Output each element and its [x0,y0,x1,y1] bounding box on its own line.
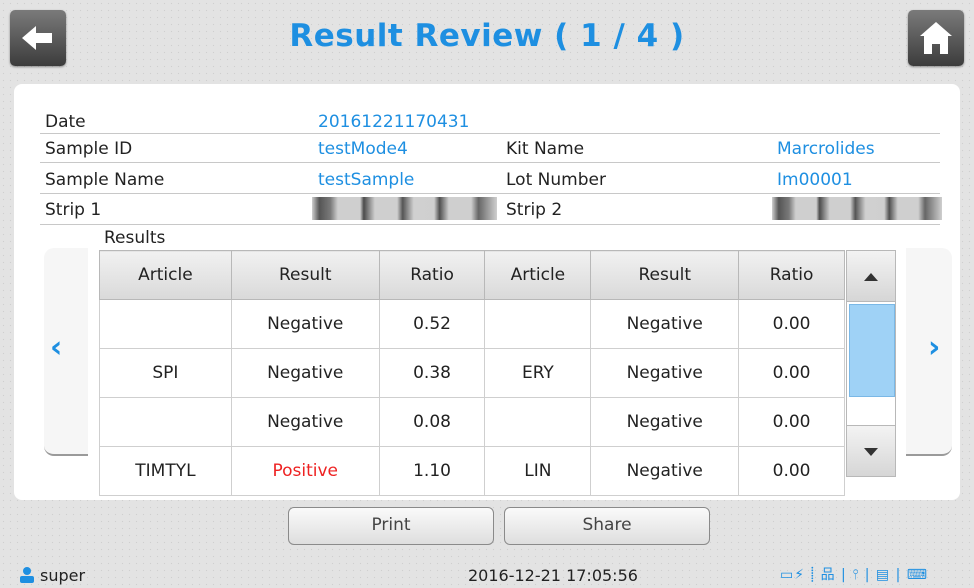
network-icon: ⸽ 品 [810,567,836,583]
cell-article: ERY [484,348,592,398]
strip2-image [772,197,942,220]
cell-article: SPI [99,348,232,398]
date-label: Date [45,112,86,132]
cell-ratio: 0.00 [738,446,845,496]
scroll-thumb[interactable] [849,304,895,397]
chevron-left-icon: ‹ [50,330,63,365]
table-row: Negative 0.52 Negative 0.00 [99,299,845,349]
strip1-label: Strip 1 [45,200,102,220]
status-icons: ▭⚡ ⸽ 品 | ⫯ | ▤ | ⌨ [780,564,928,584]
divider [40,224,940,225]
results-heading: Results [104,228,166,248]
cell-result: Negative [230,397,380,447]
page-title: Result Review ( 1 / 4 ) [289,18,685,54]
kit-name-label: Kit Name [506,139,585,159]
cell-ratio: 0.00 [738,348,845,398]
lot-number-label: Lot Number [506,170,606,190]
keyboard-icon: | ⌨ [895,567,928,583]
divider [40,193,940,194]
current-user: super [40,566,86,585]
col-ratio-1: Ratio [378,250,486,300]
printer-icon: | ▤ [864,567,891,583]
user-icon [20,567,34,583]
scroll-down-button[interactable] [847,425,895,476]
cell-ratio: 0.00 [738,397,845,447]
battery-icon: ▭⚡ [780,567,806,583]
cell-result: Negative [590,397,740,447]
header-bar: Result Review ( 1 / 4 ) [0,0,974,80]
col-article-2: Article [484,250,592,300]
divider [40,162,940,163]
col-article-1: Article [99,250,232,300]
col-ratio-2: Ratio [738,250,845,300]
col-result-1: Result [230,250,380,300]
col-result-2: Result [590,250,740,300]
sample-id-label: Sample ID [45,139,133,159]
next-page-button[interactable]: › [906,248,952,456]
cell-ratio: 0.08 [378,397,486,447]
table-header-row: Article Result Ratio Article Result Rati… [99,250,845,300]
cell-result: Negative [590,299,740,349]
sample-name-label: Sample Name [45,170,165,190]
divider [40,133,940,134]
cell-article: LIN [484,446,592,496]
cell-result-positive: Positive [230,446,380,496]
table-row: TIMTYL Positive 1.10 LIN Negative 0.00 [99,446,845,496]
cell-article [484,299,592,349]
results-table: Article Result Ratio Article Result Rati… [99,250,845,496]
table-row: Negative 0.08 Negative 0.00 [99,397,845,447]
lot-number-value: Im00001 [777,170,853,190]
cell-article [99,397,232,447]
cell-result: Negative [590,446,740,496]
table-row: SPI Negative 0.38 ERY Negative 0.00 [99,348,845,398]
print-button[interactable]: Print [288,507,494,545]
status-bar: super 2016-12-21 17:05:56 ▭⚡ ⸽ 品 | ⫯ | ▤… [0,560,974,588]
kit-name-value: Marcrolides [777,139,875,159]
strip2-label: Strip 2 [506,200,563,220]
arrow-up-icon [864,273,878,281]
sample-name-value: testSample [318,170,415,190]
sample-id-value: testMode4 [318,139,408,159]
cell-ratio: 0.38 [378,348,486,398]
arrow-down-icon [864,448,878,456]
date-value: 20161221170431 [318,112,470,132]
status-datetime: 2016-12-21 17:05:56 [468,566,638,585]
chevron-right-icon: › [928,330,941,365]
cell-ratio: 0.52 [378,299,486,349]
prev-page-button[interactable]: ‹ [44,248,88,456]
scroll-up-button[interactable] [847,251,895,302]
cell-result: Negative [230,348,380,398]
share-button[interactable]: Share [504,507,710,545]
cell-result: Negative [590,348,740,398]
table-scrollbar[interactable] [846,250,896,477]
cell-article [484,397,592,447]
home-icon [920,22,952,54]
usb-icon: | ⫯ [841,567,860,583]
cell-ratio: 0.00 [738,299,845,349]
strip1-image [312,197,497,220]
home-button[interactable] [908,10,964,66]
cell-ratio: 1.10 [378,446,486,496]
cell-article [99,299,232,349]
cell-article: TIMTYL [99,446,232,496]
cell-result: Negative [230,299,380,349]
